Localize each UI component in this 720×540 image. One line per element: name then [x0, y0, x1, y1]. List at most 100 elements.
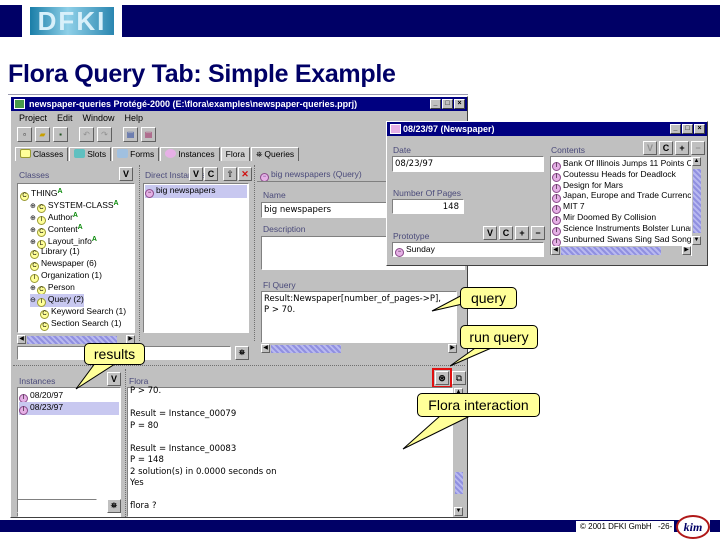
instance-search-binoculars-icon[interactable]: ⛯	[235, 346, 249, 360]
contents-vscrollbar[interactable]: ▲ ▼	[692, 157, 702, 245]
expand-icon[interactable]: ⊕	[30, 227, 36, 234]
menu-edit[interactable]: Edit	[57, 111, 73, 125]
content-item-label: Design for Mars	[563, 179, 623, 190]
instance-label: 08/23/97	[30, 402, 64, 412]
console-line: P = 148	[130, 455, 164, 465]
prototype-create-button[interactable]: C	[499, 226, 513, 240]
menu-window[interactable]: Window	[83, 111, 115, 125]
undo-icon[interactable]: ↶	[79, 126, 94, 142]
tab-flora[interactable]: Flora	[220, 147, 250, 161]
scroll-left-arrow[interactable]: ◀	[17, 335, 26, 344]
contents-view-button[interactable]: V	[643, 141, 657, 155]
console-line: Yes	[130, 478, 144, 488]
content-item-label: Mir Doomed By Collision	[563, 212, 657, 222]
configure-icon[interactable]: ▤	[123, 126, 138, 142]
collapse-icon[interactable]: ⊖	[30, 297, 36, 304]
tab-slots[interactable]: Slots	[69, 147, 112, 161]
scroll-down-arrow[interactable]: ▼	[454, 507, 463, 516]
slots-icon	[74, 149, 86, 158]
prototype-item: − Sunday	[395, 244, 435, 257]
save-icon[interactable]: ▪	[53, 126, 68, 142]
direct-instances-create-button[interactable]: C	[204, 167, 218, 181]
new-file-icon[interactable]: ▫	[17, 126, 32, 142]
splitter[interactable]	[254, 165, 255, 341]
flora-panel-label: Flora	[129, 376, 149, 386]
instances-search-input[interactable]	[17, 499, 97, 513]
instance-window-titlebar[interactable]: 08/23/97 (Newspaper) _ □ ×	[387, 122, 707, 136]
minimize-button[interactable]: _	[670, 124, 681, 134]
scroll-left-arrow[interactable]: ◀	[261, 344, 270, 353]
flora-console[interactable]: P > 70. Result = Instance_00079 P = 80 Resu…	[127, 386, 453, 517]
name-field-value: big newspapers	[264, 205, 332, 215]
menu-help[interactable]: Help	[125, 111, 144, 125]
instance-search-input[interactable]	[143, 346, 231, 360]
maximize-button[interactable]: □	[682, 124, 693, 134]
prototype-field[interactable]: − Sunday	[392, 242, 544, 257]
list-item[interactable]: I 08/23/97	[19, 402, 119, 415]
expand-icon[interactable]: ⊕	[30, 203, 36, 210]
tab-queries[interactable]: ⛯ Queries	[251, 147, 300, 161]
scroll-right-arrow[interactable]: ▶	[448, 344, 457, 353]
expand-icon[interactable]: ⊕	[30, 239, 36, 246]
expand-icon[interactable]: ⊕	[30, 215, 36, 222]
tab-forms[interactable]: Forms	[112, 147, 160, 161]
close-button[interactable]: ×	[694, 124, 705, 134]
flora-interaction-callout: Flora interaction	[417, 393, 540, 417]
horizontal-splitter[interactable]	[13, 365, 465, 366]
prototype-view-button[interactable]: V	[483, 226, 497, 240]
direct-instances-up-button[interactable]: ⇧	[223, 167, 237, 181]
tab-classes[interactable]: Classes	[15, 147, 69, 161]
scroll-up-arrow[interactable]: ▲	[692, 157, 701, 166]
scroll-left-arrow[interactable]: ◀	[551, 246, 560, 255]
console-line: Result = Instance_00083	[130, 443, 237, 454]
scroll-right-arrow[interactable]: ▶	[682, 246, 691, 255]
contents-remove-button[interactable]: −	[691, 141, 705, 155]
date-field[interactable]: 08/23/97	[392, 156, 544, 172]
contents-add-button[interactable]: +	[675, 141, 689, 155]
direct-instances-view-button[interactable]: V	[189, 167, 203, 181]
prototype-add-button[interactable]: +	[515, 226, 529, 240]
fl-query-hscrollbar[interactable]: ◀ ▶	[261, 344, 457, 354]
close-project-icon[interactable]: ▤	[141, 126, 156, 142]
redo-icon[interactable]: ↷	[97, 126, 112, 142]
tree-node[interactable]: C Section Search (1)	[40, 318, 121, 331]
list-item[interactable]: − big newspapers	[145, 185, 247, 198]
prototype-remove-button[interactable]: −	[531, 226, 545, 240]
pages-label: Number Of Pages	[393, 188, 462, 198]
binoculars-icon: ⛯	[256, 150, 263, 159]
splitter[interactable]	[139, 165, 140, 341]
tree-node-label: Section Search (1)	[51, 318, 122, 328]
menu-project[interactable]: Project	[19, 111, 47, 125]
instance-window: 08/23/97 (Newspaper) _ □ × Date 08/23/97…	[386, 121, 708, 266]
content-item-label: Sunburned Swans Sing Sad Song	[563, 233, 692, 244]
scroll-thumb[interactable]	[693, 169, 701, 233]
classes-view-button[interactable]: V	[119, 167, 133, 181]
instance-label: big newspapers	[156, 185, 216, 195]
tab-instances[interactable]: Instances	[160, 147, 220, 161]
maximize-button[interactable]: □	[442, 99, 453, 109]
content-item-label: Science Instruments Bolster Lunar Mis	[563, 222, 692, 233]
close-button[interactable]: ×	[454, 99, 465, 109]
scroll-thumb[interactable]	[271, 345, 341, 353]
splitter[interactable]	[125, 369, 126, 517]
instances-search-binoculars-icon[interactable]: ⛯	[107, 499, 121, 513]
scroll-thumb[interactable]	[455, 472, 463, 494]
fl-query-field[interactable]: Result:Newspaper[number_of_pages->P], P …	[261, 291, 457, 343]
main-window-titlebar[interactable]: newspaper-queries Protégé-2000 (E:\flora…	[11, 97, 467, 111]
open-folder-icon[interactable]: ▰	[35, 126, 50, 142]
expand-icon[interactable]: ⊕	[30, 285, 36, 292]
copy-icon[interactable]: ⧉	[452, 371, 466, 385]
console-line: flora ?	[130, 501, 157, 511]
fl-query-line: P > 70.	[264, 305, 296, 315]
tree-node-label: THING	[31, 188, 58, 198]
name-field[interactable]: big newspapers	[261, 202, 397, 218]
prototype-label: Prototype	[393, 231, 430, 241]
minimize-button[interactable]: _	[430, 99, 441, 109]
scroll-thumb[interactable]	[561, 247, 661, 255]
scroll-down-arrow[interactable]: ▼	[692, 236, 701, 245]
pages-field[interactable]: 148	[392, 199, 464, 214]
direct-instances-delete-button[interactable]: ✕	[238, 167, 252, 181]
contents-create-button[interactable]: C	[659, 141, 673, 155]
instances-view-button[interactable]: V	[107, 372, 121, 386]
contents-hscrollbar[interactable]: ◀ ▶	[551, 246, 691, 256]
